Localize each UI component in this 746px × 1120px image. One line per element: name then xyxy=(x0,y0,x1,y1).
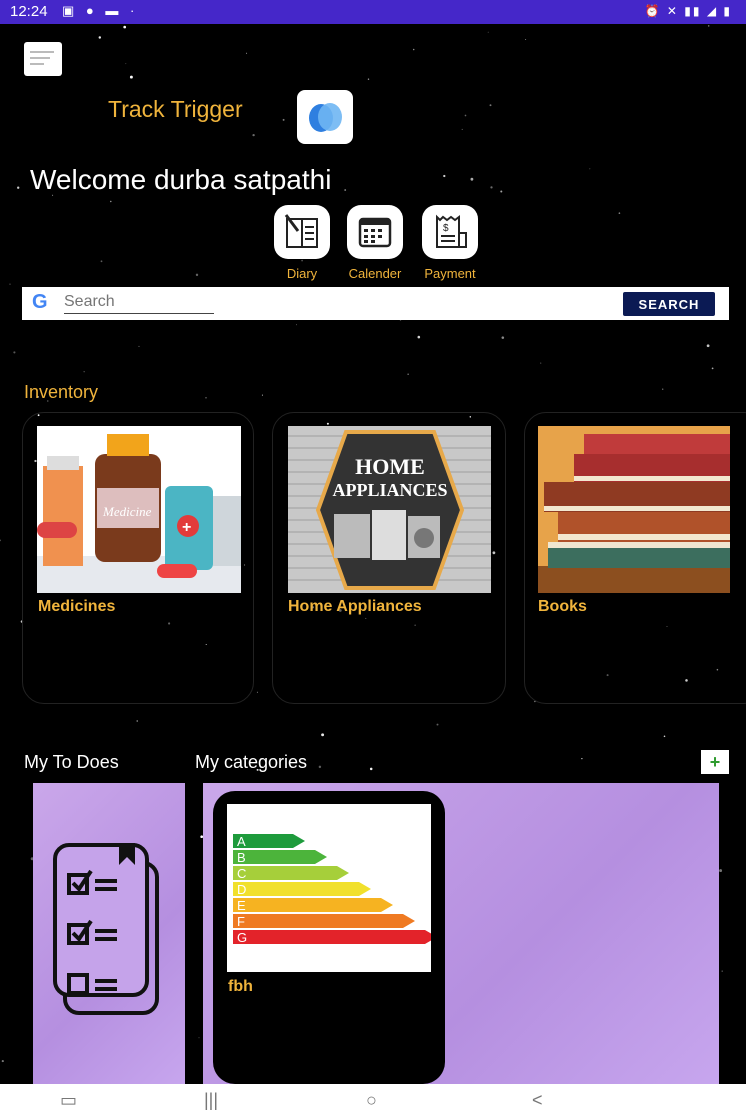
books-label: Books xyxy=(538,598,587,615)
payment-label: Payment xyxy=(424,266,476,281)
home-appliances-label: Home Appliances xyxy=(288,598,422,615)
calendar-button[interactable] xyxy=(347,205,403,259)
books-card[interactable] xyxy=(538,426,730,593)
search-button[interactable]: SEARCH xyxy=(623,292,715,316)
energy-bar xyxy=(233,882,371,896)
svg-text:Medicine: Medicine xyxy=(102,504,152,519)
svg-text:APPLIANCES: APPLIANCES xyxy=(332,480,447,500)
navigation-bar: ▭ ||| ○ < xyxy=(0,1084,746,1120)
energy-bar xyxy=(233,930,437,944)
app-logo xyxy=(297,90,353,144)
energy-letter: F xyxy=(237,914,245,929)
energy-letter: G xyxy=(237,930,247,945)
system-status-icons: ⏰ ✕ ▮▮ ◢ ▮ xyxy=(644,4,732,18)
books-image xyxy=(538,426,730,593)
welcome-text: Welcome durba satpathi xyxy=(30,164,332,195)
svg-text:HOME: HOME xyxy=(355,454,425,479)
medicines-image: Medicine + xyxy=(37,434,241,593)
status-bar: 12:24 ▣ ● ▬ · ⏰ ✕ ▮▮ ◢ ▮ xyxy=(0,0,746,24)
energy-bar xyxy=(233,850,327,864)
screenshot-icon[interactable]: ▭ xyxy=(60,1090,77,1111)
medicines-label: Medicines xyxy=(38,598,116,615)
energy-letter: D xyxy=(237,882,246,897)
category-label: fbh xyxy=(228,978,253,995)
calendar-icon xyxy=(358,217,392,248)
energy-letter: C xyxy=(237,866,246,881)
back-button[interactable]: < xyxy=(532,1090,543,1111)
categories-title: My categories xyxy=(195,752,308,772)
status-time: 12:24 xyxy=(10,3,48,20)
add-category-button[interactable]: + xyxy=(701,750,729,774)
diary-button[interactable] xyxy=(274,205,330,259)
payment-button[interactable]: $ xyxy=(422,205,478,259)
energy-letter: E xyxy=(237,898,246,913)
energy-rating-image: ABCDEFG xyxy=(233,834,437,945)
search-input[interactable] xyxy=(64,291,214,314)
menu-button[interactable] xyxy=(24,42,62,76)
energy-letter: B xyxy=(237,850,246,865)
svg-text:$: $ xyxy=(443,223,449,234)
checklist-icon xyxy=(53,843,159,1015)
google-icon: G xyxy=(32,291,48,313)
recents-button[interactable]: ||| xyxy=(204,1090,218,1111)
svg-text:+: + xyxy=(182,519,191,536)
diary-icon xyxy=(284,214,318,248)
energy-bar xyxy=(233,914,415,928)
todos-title: My To Does xyxy=(24,752,119,772)
search-bar: G SEARCH xyxy=(22,287,729,320)
todo-panel[interactable] xyxy=(33,783,185,1084)
energy-bar xyxy=(233,866,349,880)
app-title: Track Trigger xyxy=(108,96,243,122)
payment-receipt-icon: $ xyxy=(436,214,467,248)
notification-icons: ▣ ● ▬ · xyxy=(62,3,139,18)
energy-letter: A xyxy=(237,834,246,849)
home-appliances-card[interactable]: HOME APPLIANCES xyxy=(288,426,491,593)
home-button[interactable]: ○ xyxy=(366,1090,377,1111)
category-image: ABCDEFG xyxy=(227,804,437,972)
home-appliances-image: HOME APPLIANCES xyxy=(288,430,491,590)
inventory-title: Inventory xyxy=(24,382,99,402)
energy-bar xyxy=(233,898,393,912)
medicines-card[interactable]: Medicine + xyxy=(37,426,241,593)
